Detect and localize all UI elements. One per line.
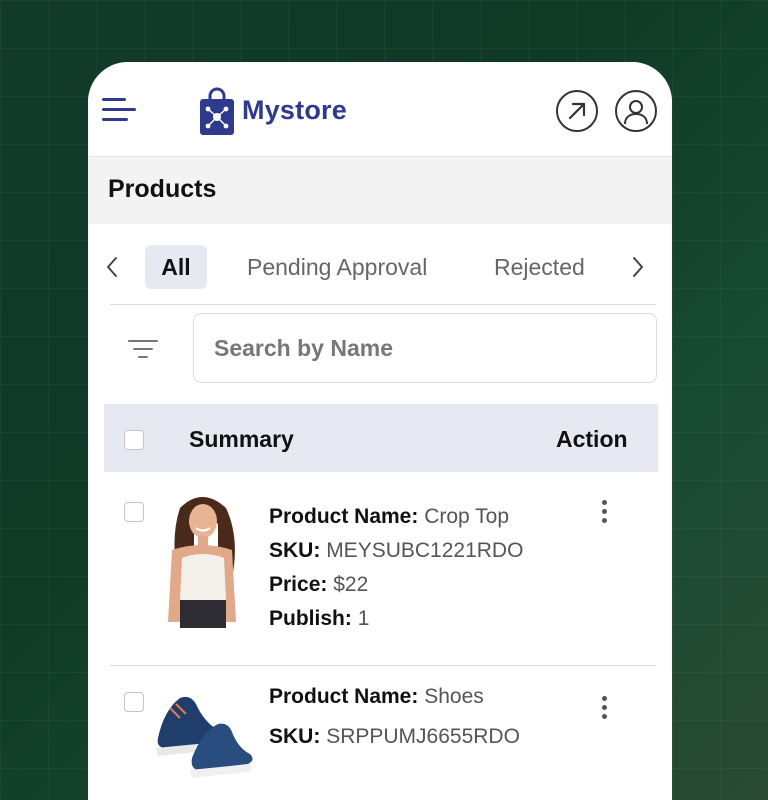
- external-link-button[interactable]: [556, 90, 598, 132]
- user-profile-button[interactable]: [615, 90, 657, 132]
- column-header-summary: Summary: [189, 426, 294, 452]
- hamburger-menu-icon[interactable]: [102, 98, 136, 124]
- product-name-label: Product Name:: [269, 505, 419, 528]
- product-sku: SRPPUMJ6655RDO: [326, 725, 520, 748]
- select-all-checkbox[interactable]: [124, 430, 144, 450]
- brand-logo[interactable]: Mystore: [198, 84, 347, 136]
- tab-all[interactable]: All: [145, 245, 207, 289]
- phone-frame: Mystore Products All Pending Approval Re…: [88, 62, 672, 800]
- shopping-bag-icon: [200, 87, 234, 135]
- external-link-icon: [568, 102, 586, 120]
- row-checkbox[interactable]: [124, 692, 144, 712]
- table-row: Product Name: Shoes SKU: SRPPUMJ6655RDO: [104, 678, 658, 800]
- product-image-shoes: [150, 678, 254, 778]
- sku-label: SKU:: [269, 539, 321, 562]
- search-input[interactable]: [193, 313, 657, 383]
- product-image-crop-top: [150, 488, 254, 628]
- status-tabs: All Pending Approval Rejected: [88, 242, 672, 294]
- page-title: Products: [108, 175, 217, 203]
- tab-rejected[interactable]: Rejected: [494, 245, 585, 289]
- table-header: Summary Action: [104, 404, 658, 472]
- user-icon: [624, 100, 648, 125]
- product-summary: Product Name: Shoes SKU: SRPPUMJ6655RDO: [269, 680, 520, 754]
- product-price: $22: [333, 573, 369, 596]
- chevron-right-icon[interactable]: [626, 252, 650, 282]
- divider: [110, 665, 656, 666]
- page-title-bar: Products: [88, 156, 672, 224]
- sku-label: SKU:: [269, 725, 321, 748]
- chevron-left-icon[interactable]: [100, 252, 124, 282]
- more-options-icon[interactable]: [594, 696, 614, 724]
- brand-name: Mystore: [242, 94, 347, 125]
- column-header-action: Action: [556, 426, 628, 452]
- filter-icon[interactable]: [128, 338, 158, 362]
- product-sku: MEYSUBC1221RDO: [326, 539, 524, 562]
- table-row: Product Name: Crop Top SKU: MEYSUBC1221R…: [104, 482, 658, 662]
- product-name: Crop Top: [424, 505, 510, 528]
- product-name: Shoes: [424, 685, 484, 708]
- price-label: Price:: [269, 573, 328, 596]
- product-name-label: Product Name:: [269, 685, 419, 708]
- tab-pending-approval[interactable]: Pending Approval: [247, 245, 427, 289]
- app-header: Mystore: [88, 62, 672, 156]
- product-summary: Product Name: Crop Top SKU: MEYSUBC1221R…: [269, 500, 523, 636]
- publish-label: Publish:: [269, 607, 352, 630]
- divider: [110, 304, 656, 305]
- row-checkbox[interactable]: [124, 502, 144, 522]
- product-publish: 1: [357, 607, 370, 630]
- more-options-icon[interactable]: [594, 500, 614, 528]
